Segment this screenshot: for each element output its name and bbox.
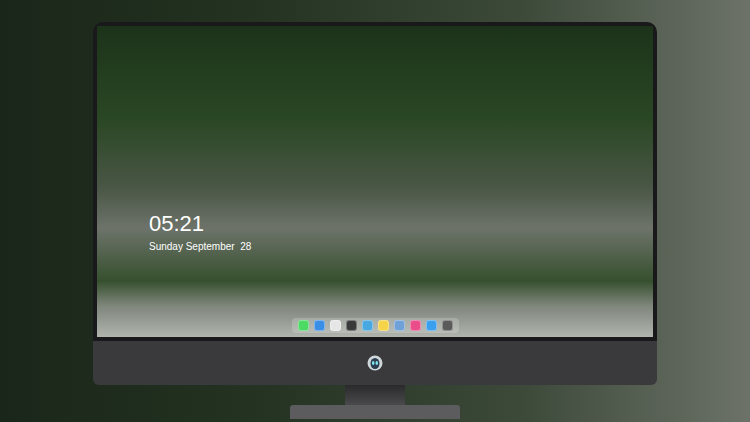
monitor-stand-neck [345,385,405,405]
dock-app-icon[interactable] [314,320,325,331]
monitor: 05:21 Sunday September 28 [93,22,657,419]
dock-app-icon[interactable] [362,320,373,331]
dock-app-icon[interactable] [442,320,453,331]
desktop-screen: 05:21 Sunday September 28 [97,26,653,337]
lock-clock-panel: 05:21 Sunday September 28 [97,212,653,254]
clock: 05:21 [149,212,653,236]
monitor-stand-base [290,405,460,419]
monitor-chin [93,341,657,385]
dock-app-icon[interactable] [346,320,357,331]
alien-logo-icon [367,355,383,371]
dock-app-icon[interactable] [330,320,341,331]
dock [292,318,459,333]
monitor-bezel: 05:21 Sunday September 28 [93,22,657,341]
dock-app-icon[interactable] [394,320,405,331]
date: Sunday September 28 [149,240,653,254]
dock-app-icon[interactable] [410,320,421,331]
dock-app-icon[interactable] [426,320,437,331]
page: 05:21 Sunday September 28 [0,0,750,422]
dock-app-icon[interactable] [298,320,309,331]
dock-app-icon[interactable] [378,320,389,331]
